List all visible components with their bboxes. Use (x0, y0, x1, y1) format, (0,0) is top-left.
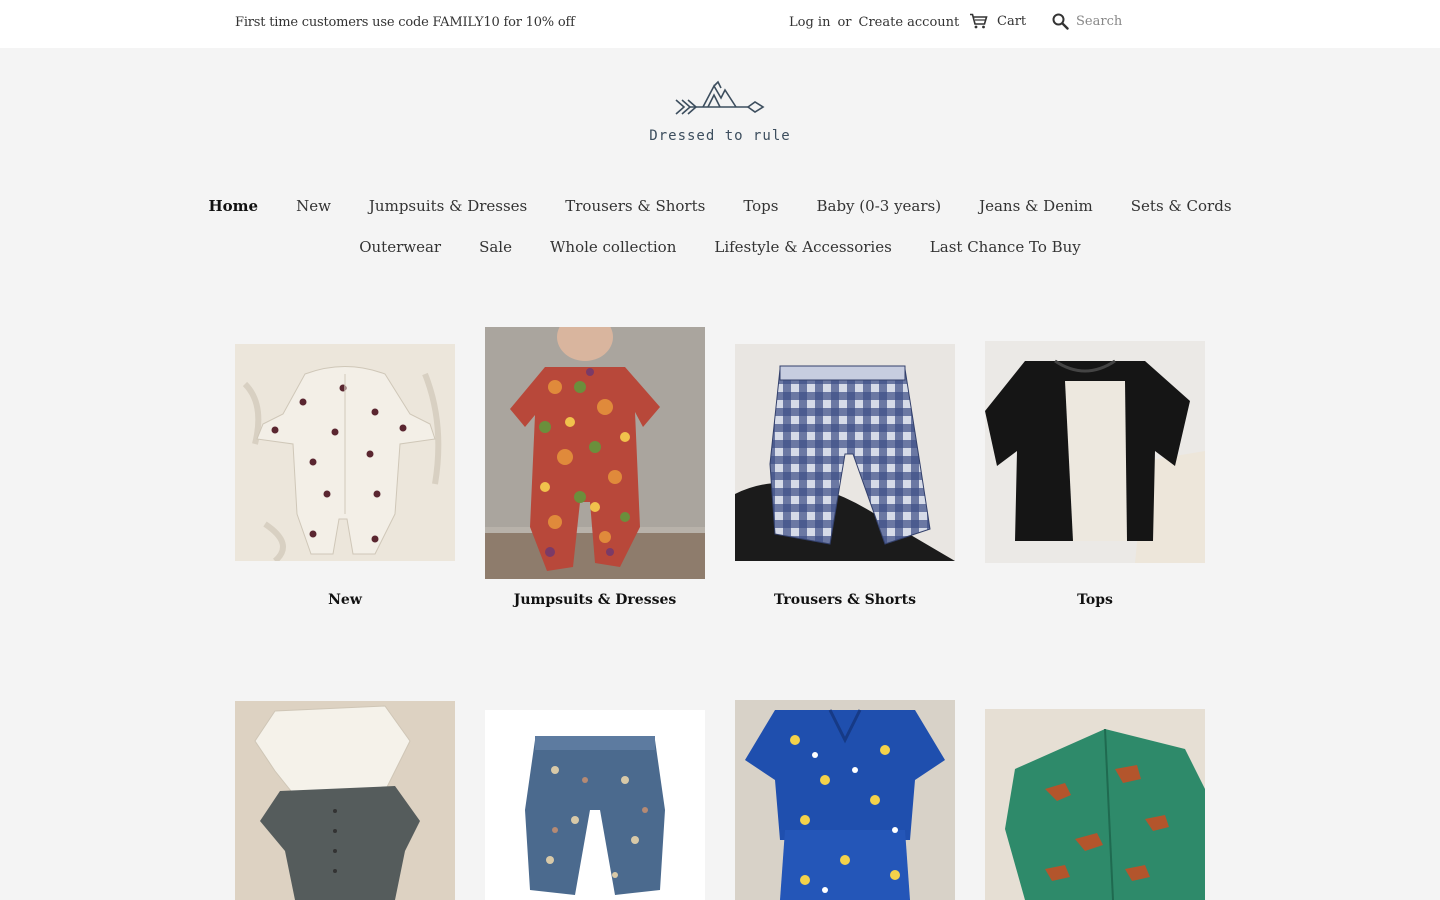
logo-text: Dressed to rule (649, 128, 791, 144)
login-link[interactable]: Log in (789, 15, 830, 30)
cart-link[interactable]: Cart (969, 13, 1026, 29)
collection-image[interactable] (735, 344, 955, 561)
quilted-jacket-image (235, 701, 455, 900)
nav-item-outerwear[interactable]: Outerwear (359, 238, 441, 256)
search-input[interactable] (1076, 14, 1196, 29)
cart-label: Cart (997, 13, 1027, 29)
sunflower-set-image (735, 700, 955, 900)
collection-card-jumpsuits-dresses[interactable]: Jumpsuits & Dresses (485, 320, 705, 620)
main-nav-row-2: Outerwear Sale Whole collection Lifestyl… (0, 238, 1440, 256)
check-trousers-image (735, 344, 955, 561)
search-icon[interactable] (1052, 13, 1069, 30)
nav-item-whole-collection[interactable]: Whole collection (550, 238, 676, 256)
nav-item-new[interactable]: New (296, 197, 331, 215)
nav-item-jumpsuits-dresses[interactable]: Jumpsuits & Dresses (369, 197, 527, 215)
nav-item-tops[interactable]: Tops (743, 197, 778, 215)
nav-item-sale[interactable]: Sale (479, 238, 512, 256)
nav-item-baby[interactable]: Baby (0-3 years) (816, 197, 941, 215)
floral-denim-image (485, 710, 705, 900)
collection-card-6[interactable] (485, 700, 705, 900)
search-form (1052, 13, 1196, 30)
collection-title[interactable]: Trousers & Shorts (735, 592, 955, 608)
collection-card-tops[interactable]: Tops (985, 320, 1205, 620)
collection-card-trousers-shorts[interactable]: Trousers & Shorts (735, 320, 955, 620)
collection-image[interactable] (235, 344, 455, 561)
nav-item-last-chance[interactable]: Last Chance To Buy (930, 238, 1081, 256)
collection-image[interactable] (985, 709, 1205, 900)
collection-image[interactable] (485, 327, 705, 579)
floral-jumpsuit-image (485, 327, 705, 579)
nav-item-lifestyle-accessories[interactable]: Lifestyle & Accessories (714, 238, 891, 256)
collection-card-7[interactable] (735, 700, 955, 900)
colour-block-top-image (985, 341, 1205, 563)
arrow-mountain-logo-icon (675, 80, 765, 115)
collection-image[interactable] (735, 700, 955, 900)
nav-item-trousers-shorts[interactable]: Trousers & Shorts (565, 197, 705, 215)
collection-title[interactable]: Jumpsuits & Dresses (485, 592, 705, 608)
or-separator: or (837, 15, 852, 30)
nav-item-home[interactable]: Home (208, 197, 258, 215)
collection-card-new[interactable]: New (235, 320, 455, 620)
collection-image[interactable] (485, 710, 705, 900)
nav-item-jeans-denim[interactable]: Jeans & Denim (979, 197, 1093, 215)
site-logo[interactable]: Dressed to rule (620, 80, 820, 144)
create-account-link[interactable]: Create account (859, 15, 960, 30)
fleece-jumpsuit-image (235, 344, 455, 561)
collection-title[interactable]: Tops (985, 592, 1205, 608)
collection-image[interactable] (985, 341, 1205, 563)
collection-card-5[interactable] (235, 700, 455, 900)
main-nav-row-1: Home New Jumpsuits & Dresses Trousers & … (0, 197, 1440, 215)
account-links: Log in or Create account (789, 15, 959, 30)
promo-message: First time customers use code FAMILY10 f… (235, 15, 575, 30)
collection-image[interactable] (235, 701, 455, 900)
nav-item-sets-cords[interactable]: Sets & Cords (1131, 197, 1232, 215)
collection-title[interactable]: New (235, 592, 455, 608)
cart-icon (970, 13, 988, 29)
collection-card-8[interactable] (985, 700, 1205, 900)
green-fleece-image (985, 709, 1205, 900)
announcement-bar: First time customers use code FAMILY10 f… (0, 0, 1440, 48)
